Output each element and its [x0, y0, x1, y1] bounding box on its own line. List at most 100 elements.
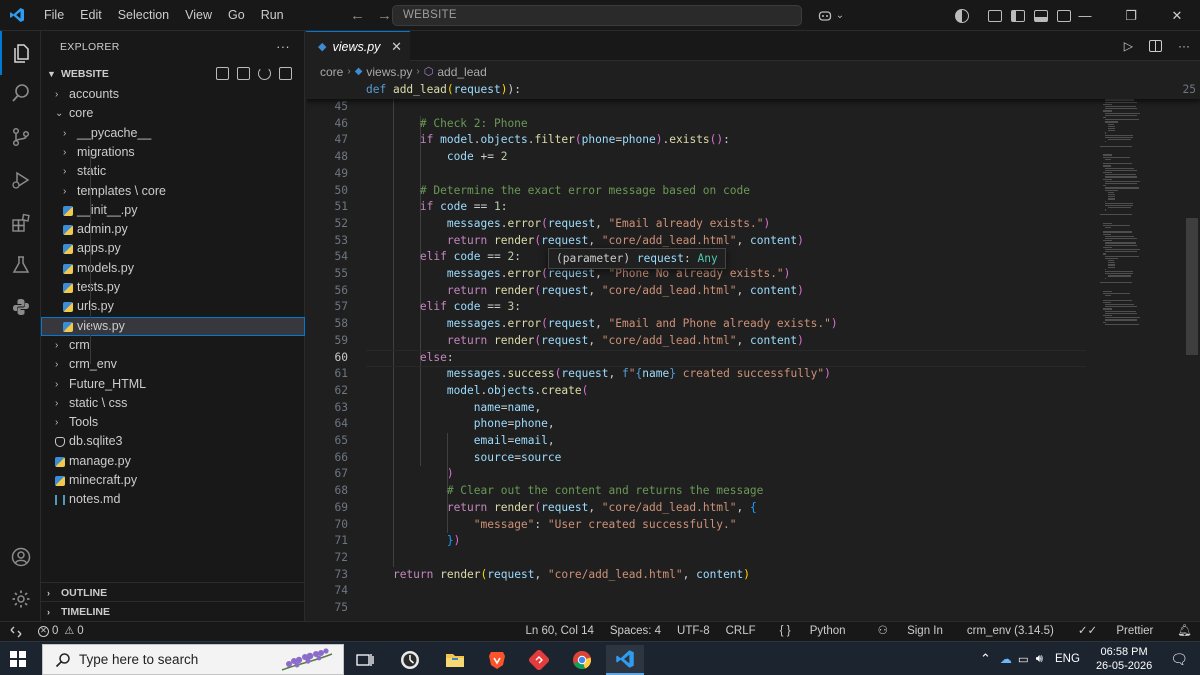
tree-folder[interactable]: › __pycache__ — [41, 124, 305, 143]
git-client-icon[interactable] — [520, 645, 558, 675]
breadcrumb-folder[interactable]: core — [320, 62, 343, 82]
refresh-icon[interactable] — [258, 67, 271, 80]
python-icon[interactable] — [0, 285, 41, 329]
more-actions-icon[interactable]: ··· — [276, 31, 290, 63]
explorer-icon[interactable] — [0, 31, 41, 75]
tree-file[interactable]: urls.py — [41, 297, 305, 316]
encoding[interactable]: UTF-8 — [669, 622, 718, 641]
code-line[interactable]: source=source — [366, 450, 562, 467]
end-of-line[interactable]: CRLF — [718, 622, 764, 641]
prettier-status[interactable]: ✓✓ Prettier — [1062, 622, 1170, 641]
weather-icon[interactable]: ☁ — [997, 652, 1015, 666]
toggle-panel-icon[interactable] — [1034, 9, 1048, 22]
code-line[interactable]: messages.error(request, "Email already e… — [366, 216, 770, 233]
code-line[interactable]: # Determine the exact error message base… — [366, 183, 750, 200]
tree-file[interactable]: admin.py — [41, 220, 305, 239]
accounts-toggle-icon[interactable] — [955, 8, 969, 23]
back-arrow-icon[interactable]: ← — [350, 7, 365, 24]
code-line[interactable]: return render(request, "core/add_lead.ht… — [366, 233, 804, 250]
code-line[interactable]: messages.success(request, f"{name} creat… — [366, 366, 831, 383]
command-center-search[interactable]: WEBSITE — [392, 5, 802, 26]
remote-indicator-icon[interactable] — [0, 622, 32, 641]
collapse-all-icon[interactable] — [279, 67, 292, 80]
network-icon[interactable]: ▭ — [1015, 652, 1032, 666]
tree-file[interactable]: notes.md — [41, 490, 305, 509]
extensions-icon[interactable] — [0, 201, 41, 245]
more-actions-icon[interactable]: ··· — [1178, 39, 1190, 53]
chevron-up-icon[interactable]: ⌃ — [974, 651, 997, 667]
code-line[interactable]: model.objects.create( — [366, 383, 589, 400]
code-line[interactable]: elif code == 3: — [366, 299, 521, 316]
code-line[interactable]: # Clear out the content and returns the … — [366, 483, 764, 500]
split-editor-icon[interactable] — [1149, 40, 1162, 52]
clock-app-icon[interactable] — [391, 645, 429, 675]
outline-section[interactable]: › OUTLINE — [41, 582, 305, 602]
indentation[interactable]: Spaces: 4 — [602, 622, 669, 641]
menu-item-view[interactable]: View — [177, 0, 220, 31]
tree-file[interactable]: models.py — [41, 259, 305, 278]
code-line[interactable]: if code == 1: — [366, 199, 508, 216]
code-line[interactable]: return render(request, "core/add_lead.ht… — [366, 567, 750, 584]
tree-folder[interactable]: › migrations — [41, 143, 305, 162]
search-icon[interactable] — [0, 71, 41, 115]
code-line[interactable]: # Check 2: Phone — [366, 116, 528, 133]
menu-item-go[interactable]: Go — [220, 0, 253, 31]
tree-folder[interactable]: ⌄ core — [41, 104, 305, 123]
restore-icon[interactable]: ❐ — [1108, 0, 1154, 31]
code-line[interactable]: email=email, — [366, 433, 555, 450]
tree-file[interactable]: tests.py — [41, 278, 305, 297]
brave-browser-icon[interactable] — [478, 645, 516, 675]
code-lines[interactable]: # Check 2: Phone if model.objects.filter… — [366, 82, 1086, 621]
code-line[interactable]: name=name, — [366, 400, 541, 417]
code-line[interactable]: elif code == 2: — [366, 249, 521, 266]
taskbar-search[interactable]: Type here to search — [42, 644, 344, 675]
code-line[interactable]: "message": "User created successfully." — [366, 517, 737, 534]
code-line[interactable]: return render(request, "core/add_lead.ht… — [366, 500, 757, 517]
menu-item-edit[interactable]: Edit — [72, 0, 110, 31]
source-control-icon[interactable] — [0, 115, 41, 159]
code-editor[interactable]: 25 def add_lead(request)): 45 46 47 48 49 50 5… — [306, 82, 1200, 621]
code-line[interactable]: return render(request, "core/add_lead.ht… — [366, 333, 804, 350]
code-line[interactable]: if model.objects.filter(phone=phone).exi… — [366, 132, 730, 149]
file-explorer-icon[interactable] — [436, 645, 474, 675]
testing-flask-icon[interactable] — [0, 243, 41, 287]
forward-arrow-icon[interactable]: → — [377, 7, 392, 24]
close-tab-icon[interactable]: ✕ — [391, 39, 402, 55]
tree-folder[interactable]: › crm_env — [41, 355, 305, 374]
workspace-root[interactable]: ▼ WEBSITE — [41, 63, 304, 85]
tree-folder[interactable]: › static \ css — [41, 394, 305, 413]
breadcrumb-file[interactable]: views.py — [366, 62, 412, 82]
tree-folder[interactable]: › templates \ core — [41, 182, 305, 201]
code-line[interactable]: }) — [366, 533, 461, 550]
code-line[interactable]: return render(request, "core/add_lead.ht… — [366, 283, 804, 300]
notification-center-icon[interactable]: 🗨︎ — [1164, 651, 1200, 668]
minimize-icon[interactable]: — — [1062, 0, 1108, 31]
customize-layout-icon[interactable] — [988, 9, 1002, 22]
accounts-icon[interactable] — [0, 535, 41, 579]
code-line[interactable]: ) — [366, 466, 454, 483]
tree-file[interactable]: __init__.py — [41, 201, 305, 220]
tree-folder[interactable]: › accounts — [41, 85, 305, 104]
toggle-primary-sidebar-icon[interactable] — [1011, 9, 1025, 22]
tree-file[interactable]: minecraft.py — [41, 471, 305, 490]
input-language[interactable]: ENG — [1047, 653, 1088, 665]
tree-file[interactable]: views.py — [41, 316, 305, 336]
manage-gear-icon[interactable] — [0, 577, 41, 621]
tree-folder[interactable]: › crm — [41, 336, 305, 355]
tree-folder[interactable]: › Tools — [41, 413, 305, 432]
code-line[interactable]: messages.error(request, "Email and Phone… — [366, 316, 838, 333]
run-python-file-icon[interactable]: ▷ — [1124, 39, 1133, 53]
problems-indicator[interactable]: ✕ 0 ⚠ 0 — [32, 622, 90, 641]
chrome-browser-icon[interactable] — [563, 645, 601, 675]
sticky-scroll-header[interactable]: 25 def add_lead(request)): — [306, 82, 1200, 99]
code-line[interactable]: code += 2 — [366, 149, 508, 166]
vertical-scrollbar[interactable] — [1186, 218, 1198, 355]
new-folder-icon[interactable] — [237, 67, 250, 80]
minimap[interactable] — [1086, 82, 1186, 621]
sign-in[interactable]: ⚇ Sign In — [862, 622, 959, 641]
clock[interactable]: 06:58 PM 26-05-2026 — [1088, 645, 1164, 673]
tree-folder[interactable]: › static — [41, 162, 305, 181]
language-mode[interactable]: { } Python — [764, 622, 862, 641]
new-file-icon[interactable] — [216, 67, 229, 80]
python-interpreter[interactable]: crm_env (3.14.5) — [959, 622, 1062, 641]
